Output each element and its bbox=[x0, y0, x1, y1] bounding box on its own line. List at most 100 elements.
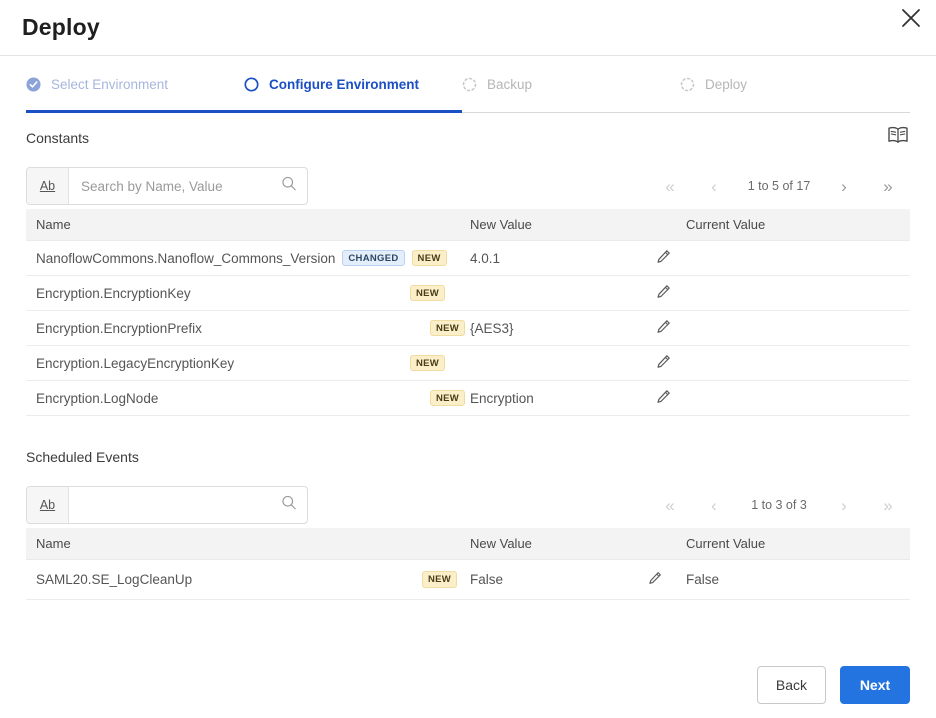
constant-name: Encryption.EncryptionKey bbox=[36, 285, 191, 301]
table-row[interactable]: SAML20.SE_LogCleanUp NEW False False bbox=[26, 560, 910, 600]
constant-name: Encryption.EncryptionPrefix bbox=[36, 320, 202, 336]
cell-name: Encryption.LogNode bbox=[36, 381, 158, 415]
table-row[interactable]: Encryption.EncryptionKey NEW bbox=[26, 276, 910, 311]
edit-button[interactable] bbox=[656, 276, 671, 310]
constants-table: Name New Value Current Value NanoflowCom… bbox=[26, 209, 910, 416]
cell-new-value: False bbox=[470, 572, 504, 587]
pager-summary: 1 to 5 of 17 bbox=[747, 179, 811, 193]
dotted-circle-icon bbox=[680, 77, 695, 92]
table-row[interactable]: Encryption.LogNode NEW Encryption bbox=[26, 381, 910, 416]
table-header-row: Name New Value Current Value bbox=[26, 209, 910, 241]
cell-current-value: False bbox=[686, 572, 720, 587]
constants-section: Constants Ab « ‹ bbox=[0, 113, 936, 416]
edit-button[interactable] bbox=[656, 381, 671, 415]
scheduled-events-toolbar: Ab « ‹ 1 to 3 of 3 › » bbox=[26, 482, 910, 528]
status-badge-new: NEW bbox=[430, 389, 466, 407]
pager-last-button[interactable]: » bbox=[866, 178, 910, 195]
constants-pager: « ‹ 1 to 5 of 17 › » bbox=[648, 178, 910, 195]
cell-name: Encryption.LegacyEncryptionKey bbox=[36, 346, 234, 380]
pager-summary: 1 to 3 of 3 bbox=[751, 498, 807, 512]
badge-slot: NEW bbox=[422, 560, 458, 599]
pencil-icon bbox=[656, 354, 671, 372]
constants-title: Constants bbox=[26, 130, 90, 146]
constants-search-field bbox=[69, 168, 307, 204]
search-input[interactable] bbox=[69, 487, 307, 523]
constant-name: NanoflowCommons.Nanoflow_Commons_Version bbox=[36, 250, 336, 266]
constant-name: Encryption.LogNode bbox=[36, 390, 159, 406]
column-header-new-value: New Value bbox=[470, 217, 532, 232]
next-button[interactable]: Next bbox=[840, 666, 910, 704]
step-label: Deploy bbox=[705, 77, 748, 92]
cell-new-value: Encryption bbox=[470, 390, 534, 406]
status-badge-new: NEW bbox=[430, 319, 466, 337]
constants-header: Constants bbox=[26, 113, 910, 163]
search-mode-button[interactable]: Ab bbox=[27, 487, 69, 523]
search-input[interactable] bbox=[69, 168, 307, 204]
cell-name: SAML20.SE_LogCleanUp bbox=[36, 560, 192, 599]
dialog-footer: Back Next bbox=[756, 666, 910, 704]
step-configure-environment[interactable]: Configure Environment bbox=[244, 56, 462, 113]
pager-next-button[interactable]: › bbox=[822, 497, 866, 514]
check-circle-filled-icon bbox=[26, 77, 41, 92]
search-mode-button[interactable]: Ab bbox=[27, 168, 69, 204]
constants-toolbar: Ab « ‹ 1 to 5 of 17 › » bbox=[26, 163, 910, 209]
pencil-icon bbox=[656, 249, 671, 267]
scheduled-events-search: Ab bbox=[26, 486, 308, 524]
badge-slot: NEW bbox=[410, 346, 446, 380]
edit-button[interactable] bbox=[656, 241, 671, 275]
status-badge-changed: CHANGED bbox=[342, 249, 405, 267]
cell-name: Encryption.EncryptionKey bbox=[36, 276, 191, 310]
pencil-icon bbox=[656, 319, 671, 337]
pager-first-button[interactable]: « bbox=[648, 497, 692, 514]
edit-button[interactable] bbox=[656, 311, 671, 345]
pencil-icon bbox=[656, 389, 671, 407]
status-badge-new: NEW bbox=[410, 354, 446, 372]
table-row[interactable]: Encryption.EncryptionPrefix NEW {AES3} bbox=[26, 311, 910, 346]
constants-search: Ab bbox=[26, 167, 308, 205]
cell-new-value: {AES3} bbox=[470, 320, 514, 336]
search-icon[interactable] bbox=[281, 495, 297, 516]
open-book-icon[interactable] bbox=[886, 125, 910, 150]
cell-name: Encryption.EncryptionPrefix bbox=[36, 311, 202, 345]
search-icon[interactable] bbox=[281, 176, 297, 197]
event-name: SAML20.SE_LogCleanUp bbox=[36, 572, 193, 587]
stepper-progress-bar bbox=[26, 110, 462, 113]
step-deploy[interactable]: Deploy bbox=[680, 56, 898, 113]
pencil-icon bbox=[648, 571, 662, 588]
scheduled-events-section: Scheduled Events Ab « ‹ 1 to 3 of 3 › » bbox=[0, 432, 936, 600]
pager-first-button[interactable]: « bbox=[648, 178, 692, 195]
status-badge-new: NEW bbox=[410, 284, 446, 302]
badge-slot: NEW bbox=[410, 276, 446, 310]
dialog-title-bar: Deploy bbox=[0, 0, 936, 56]
step-backup[interactable]: Backup bbox=[462, 56, 680, 113]
pager-prev-button[interactable]: ‹ bbox=[692, 178, 736, 195]
circle-outline-icon bbox=[244, 77, 259, 92]
column-header-name: Name bbox=[36, 217, 71, 232]
pager-last-button[interactable]: » bbox=[866, 497, 910, 514]
close-button[interactable] bbox=[896, 5, 926, 35]
step-select-environment[interactable]: Select Environment bbox=[26, 56, 244, 113]
table-row[interactable]: Encryption.LegacyEncryptionKey NEW bbox=[26, 346, 910, 381]
column-header-name: Name bbox=[36, 536, 71, 551]
scheduled-events-header: Scheduled Events bbox=[26, 432, 910, 482]
edit-button[interactable] bbox=[648, 560, 662, 599]
scheduled-events-pager: « ‹ 1 to 3 of 3 › » bbox=[648, 497, 910, 514]
table-row[interactable]: NanoflowCommons.Nanoflow_Commons_Version… bbox=[26, 241, 910, 276]
page-title: Deploy bbox=[22, 14, 100, 40]
scheduled-events-title: Scheduled Events bbox=[26, 449, 139, 465]
back-button[interactable]: Back bbox=[756, 666, 826, 704]
badge-slot: NEW bbox=[430, 311, 466, 345]
column-header-current-value: Current Value bbox=[686, 536, 766, 551]
pager-next-button[interactable]: › bbox=[822, 178, 866, 195]
cell-name: NanoflowCommons.Nanoflow_Commons_Version… bbox=[36, 241, 447, 275]
step-label: Select Environment bbox=[51, 77, 169, 92]
edit-button[interactable] bbox=[656, 346, 671, 380]
step-label: Backup bbox=[487, 77, 533, 92]
constant-name: Encryption.LegacyEncryptionKey bbox=[36, 355, 235, 371]
badge-slot: NEW bbox=[430, 381, 466, 415]
status-badge-new: NEW bbox=[422, 571, 458, 588]
pager-prev-button[interactable]: ‹ bbox=[692, 497, 736, 514]
scheduled-events-table: Name New Value Current Value SAML20.SE_L… bbox=[26, 528, 910, 600]
scheduled-events-search-field bbox=[69, 487, 307, 523]
wizard-stepper: Select Environment Configure Environment… bbox=[0, 56, 936, 113]
